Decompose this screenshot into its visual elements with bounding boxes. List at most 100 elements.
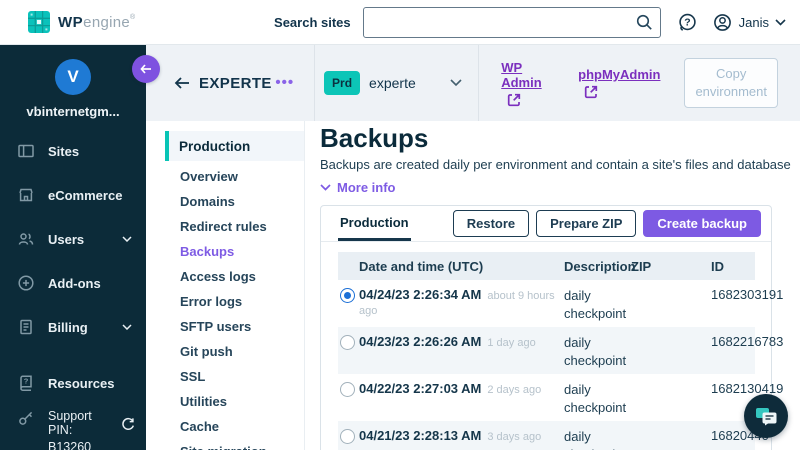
backup-radio[interactable] xyxy=(340,429,355,445)
backup-description: daily checkpoint xyxy=(564,382,627,415)
table-row[interactable]: 04/22/23 2:27:03 AM 2 days ago daily chec… xyxy=(338,374,783,422)
environment-nav: Production Overview Domains Redirect rules… xyxy=(146,121,305,450)
chevron-down-icon xyxy=(775,18,786,26)
main-content: Backups Backups are created daily per en… xyxy=(305,121,800,450)
sidebar-item-billing[interactable]: Billing xyxy=(0,305,146,349)
backup-date: 04/23/23 2:26:26 AM xyxy=(359,334,482,350)
backup-description: daily checkpoint xyxy=(564,288,627,321)
store-icon xyxy=(19,188,33,202)
col-zip: ZIP xyxy=(631,258,652,274)
sidebar-item-label: Add-ons xyxy=(48,275,101,291)
environment-header: EXPERTE ••• Prd experte WP Admin phpMyAd… xyxy=(132,45,800,121)
prepare-zip-button[interactable]: Prepare ZIP xyxy=(536,210,637,237)
arrow-left-icon xyxy=(140,64,151,74)
col-description: Description xyxy=(564,258,636,274)
resources-book-icon: ? xyxy=(20,375,32,391)
sidebar-item-users[interactable]: Users xyxy=(0,217,146,261)
nav-item-access-logs[interactable]: Access logs xyxy=(146,264,304,289)
brand-text: WPengine® xyxy=(58,13,136,31)
external-link-icon xyxy=(508,93,521,106)
sidebar-item-add-ons[interactable]: Add-ons xyxy=(0,261,146,305)
nav-item-redirect-rules[interactable]: Redirect rules xyxy=(146,214,304,239)
chat-bubbles-icon xyxy=(755,407,776,425)
nav-item-error-logs[interactable]: Error logs xyxy=(146,289,304,314)
wp-engine-logo[interactable]: WPengine® xyxy=(28,11,136,33)
key-icon xyxy=(19,411,33,425)
search-sites-label: Search sites xyxy=(274,14,351,30)
chevron-down-icon xyxy=(320,184,331,191)
restore-button[interactable]: Restore xyxy=(452,210,530,237)
back-arrow-icon[interactable] xyxy=(174,75,190,91)
account-sidebar: V vbinternetgm... Sites eCommerce Users … xyxy=(0,45,146,450)
backup-zip xyxy=(631,334,711,369)
external-link-icon xyxy=(584,85,598,99)
backup-description: daily checkpoint xyxy=(564,335,627,368)
backup-relative-time: 2 days ago xyxy=(487,384,542,397)
table-header: Date and time (UTC) Description ZIP ID xyxy=(338,252,755,280)
chevron-down-icon xyxy=(122,324,132,330)
backup-zip xyxy=(631,381,711,416)
tab-production[interactable]: Production xyxy=(338,206,411,241)
users-icon xyxy=(18,233,34,245)
backup-zip xyxy=(631,287,711,322)
sidebar-item-label: Resources xyxy=(48,375,115,391)
table-row[interactable]: 04/21/23 2:28:13 AM 3 days ago daily chec… xyxy=(338,421,769,450)
nav-section-production[interactable]: Production xyxy=(165,131,304,161)
search-sites-input[interactable] xyxy=(362,6,661,38)
backup-radio[interactable] xyxy=(340,288,355,303)
search-icon[interactable] xyxy=(635,13,654,32)
copy-environment-button[interactable]: Copy environment xyxy=(684,58,778,108)
more-actions-button[interactable]: ••• xyxy=(275,75,294,90)
phpmyadmin-link[interactable]: phpMyAdmin xyxy=(578,67,660,99)
chevron-down-icon xyxy=(450,79,462,87)
create-backup-button[interactable]: Create backup xyxy=(643,210,761,237)
sidebar-item-label: Billing xyxy=(48,319,88,335)
backup-zip xyxy=(631,428,711,450)
nav-item-ssl[interactable]: SSL xyxy=(146,364,304,389)
nav-item-git-push[interactable]: Git push xyxy=(146,339,304,364)
help-icon: ? xyxy=(678,13,696,31)
environment-badge: Prd xyxy=(324,71,361,95)
nav-item-cache[interactable]: Cache xyxy=(146,414,304,439)
sidebar-item-label: Users xyxy=(48,231,85,247)
backup-description: daily checkpoint xyxy=(564,429,626,450)
svg-text:?: ? xyxy=(684,16,690,28)
help-button[interactable]: ? xyxy=(677,12,698,33)
nav-item-sftp-users[interactable]: SFTP users xyxy=(146,314,304,339)
registered-mark: ® xyxy=(130,13,136,21)
avatar[interactable]: V xyxy=(55,59,91,95)
backup-radio[interactable] xyxy=(340,382,355,398)
chat-widget-button[interactable] xyxy=(744,394,788,438)
collapse-sidebar-button[interactable] xyxy=(132,55,160,83)
nav-item-overview[interactable]: Overview xyxy=(146,164,304,189)
support-pin-label: Support PIN: xyxy=(48,409,92,437)
backup-date: 04/21/23 2:28:13 AM xyxy=(359,428,482,444)
nav-item-backups[interactable]: Backups xyxy=(146,239,304,264)
search-box xyxy=(362,6,661,38)
page-title: Backups xyxy=(320,123,429,153)
wp-admin-link[interactable]: WP Admin xyxy=(501,60,554,107)
environment-selector[interactable]: Prd experte xyxy=(315,45,478,121)
backup-relative-time: 3 days ago xyxy=(487,431,542,444)
sidebar-item-label: Sites xyxy=(48,143,80,159)
nav-item-domains[interactable]: Domains xyxy=(146,189,304,214)
nav-item-utilities[interactable]: Utilities xyxy=(146,389,304,414)
backups-table: Date and time (UTC) Description ZIP ID 0… xyxy=(338,252,783,450)
backup-id: 1682216783 xyxy=(711,334,784,350)
sidebar-item-ecommerce[interactable]: eCommerce xyxy=(0,173,146,217)
sidebar-item-resources[interactable]: ? Resources xyxy=(0,361,146,405)
table-row[interactable]: 04/24/23 2:26:34 AM about 9 hours ago dai… xyxy=(338,280,783,328)
more-info-toggle[interactable]: More info xyxy=(320,180,396,195)
sidebar-item-label: eCommerce xyxy=(48,187,123,203)
svg-text:?: ? xyxy=(24,377,29,386)
account-menu[interactable]: Janis xyxy=(712,12,786,33)
env-nav-list: Overview Domains Redirect rules Backups Acce… xyxy=(146,164,304,450)
backups-card: Production Restore Prepare ZIP Create ba… xyxy=(320,205,783,450)
nav-item-site-migration[interactable]: Site migration xyxy=(146,439,304,450)
topbar: WPengine® Search sites ? Janis xyxy=(0,0,800,45)
wp-engine-logo-icon xyxy=(28,11,50,33)
table-row[interactable]: 04/23/23 2:26:26 AM 1 day ago daily check… xyxy=(338,327,783,375)
sidebar-item-sites[interactable]: Sites xyxy=(0,129,146,173)
refresh-icon[interactable] xyxy=(120,417,136,433)
backup-radio[interactable] xyxy=(340,335,355,351)
